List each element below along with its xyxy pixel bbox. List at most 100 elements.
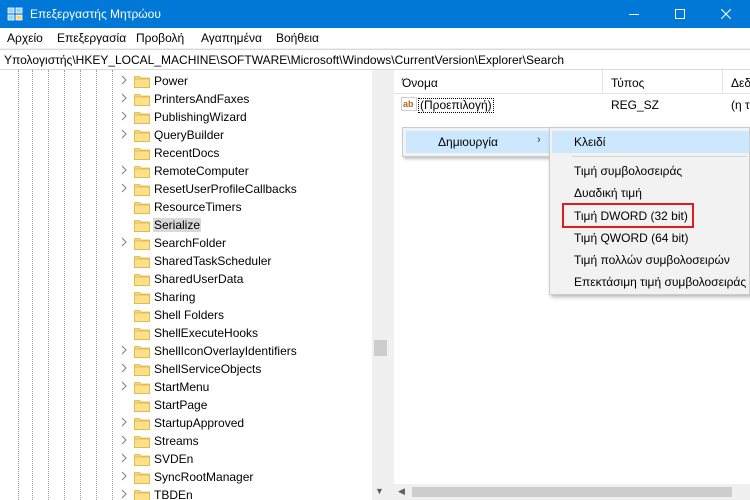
address-bar[interactable]: Υπολογιστής\HKEY_LOCAL_MACHINE\SOFTWARE\… [0,49,750,70]
folder-icon [134,488,150,500]
tree-item[interactable]: ShellServiceObjects [0,360,372,378]
chevron-right-icon[interactable] [120,417,130,429]
tree-item[interactable]: Streams [0,432,372,450]
chevron-right-icon[interactable] [120,363,130,375]
tree-item[interactable]: ResetUserProfileCallbacks [0,180,372,198]
column-divider[interactable] [722,70,723,94]
chevron-right-icon[interactable] [120,75,130,87]
tree-item[interactable]: ShellExecuteHooks [0,324,372,342]
chevron-right-icon[interactable] [120,345,130,357]
tree-item[interactable]: StartupApproved [0,414,372,432]
value-name: (Προεπιλογή) [418,98,494,113]
folder-icon [134,344,150,358]
folder-icon [134,398,150,412]
submenu-item-label: Κλειδί [574,135,606,149]
chevron-right-icon[interactable] [120,381,130,393]
window-title: Επεξεργαστής Μητρώου [30,7,161,21]
tree-item[interactable]: Power [0,72,372,90]
tree-item[interactable]: Shell Folders [0,306,372,324]
column-divider[interactable] [602,70,603,94]
close-button[interactable] [703,0,749,28]
tree-item[interactable]: ResourceTimers [0,198,372,216]
menu-favorites[interactable]: Αγαπημένα [201,31,262,45]
chevron-right-icon[interactable] [120,111,130,123]
menu-help[interactable]: Βοήθεια [276,31,319,45]
submenu-item-multi-string-value[interactable]: Τιμή πολλών συμβολοσειρών [552,249,749,271]
menu-item-new[interactable]: Δημιουργία › [406,131,549,153]
tree-item[interactable]: ShellIconOverlayIdentifiers [0,342,372,360]
value-data: (η τ [731,98,750,112]
tree-item[interactable]: PrintersAndFaxes [0,90,372,108]
tree-item-label: RemoteComputer [154,164,249,178]
tree-item-label: StartPage [154,398,208,412]
tree-item-label: TBDEn [154,488,193,500]
tree-item[interactable]: SearchFolder [0,234,372,252]
submenu-item-binary-value[interactable]: Δυαδική τιμή [552,182,749,204]
chevron-right-icon[interactable] [120,183,130,195]
tree-item-label: ResetUserProfileCallbacks [154,182,297,196]
submenu-item-expandable-string-value[interactable]: Επεκτάσιμη τιμή συμβολοσειράς [552,271,749,293]
scroll-down-icon[interactable]: ▼ [375,486,384,496]
folder-icon [134,290,150,304]
submenu-item-label: Τιμή πολλών συμβολοσειρών [574,253,730,267]
chevron-right-icon[interactable] [120,489,130,500]
tree-scroll-thumb[interactable] [374,340,387,356]
list-horizontal-scrollbar[interactable]: ◀ [394,484,750,500]
menu-view[interactable]: Προβολή [136,31,184,45]
tree-item-label: ShellExecuteHooks [154,326,259,340]
submenu-item-label: Δυαδική τιμή [574,186,642,200]
minimize-button[interactable] [611,0,657,28]
column-data[interactable]: Δεδ [731,76,750,90]
tree-item[interactable]: Serialize [0,216,372,234]
tree-item[interactable]: RecentDocs [0,144,372,162]
chevron-right-icon[interactable] [120,237,130,249]
folder-icon [134,272,150,286]
tree-item[interactable]: PublishingWizard [0,108,372,126]
submenu-item-label: Τιμή συμβολοσειράς [574,164,683,178]
tree-item[interactable]: SVDEn [0,450,372,468]
address-path: Υπολογιστής\HKEY_LOCAL_MACHINE\SOFTWARE\… [4,53,565,67]
chevron-right-icon[interactable] [120,453,130,465]
submenu-item-string-value[interactable]: Τιμή συμβολοσειράς [552,160,749,182]
tree-item[interactable]: Sharing [0,288,372,306]
tree-item[interactable]: SyncRootManager [0,468,372,486]
chevron-right-icon[interactable] [120,93,130,105]
submenu-item-label: Επεκτάσιμη τιμή συμβολοσειράς [574,275,747,289]
submenu-item-qword-value[interactable]: Τιμή QWORD (64 bit) [552,227,749,249]
submenu-item-label: Τιμή QWORD (64 bit) [574,231,689,245]
tree-item-label: Shell Folders [154,308,225,322]
scroll-left-icon[interactable]: ◀ [398,486,405,497]
folder-icon [134,470,150,484]
tree-item-label: Sharing [154,290,196,304]
chevron-right-icon[interactable] [120,165,130,177]
value-type: REG_SZ [611,98,660,112]
tree-item[interactable]: QueryBuilder [0,126,372,144]
list-header: Όνομα Τύπος Δεδ [394,70,750,94]
column-type[interactable]: Τύπος [611,76,644,90]
chevron-right-icon[interactable] [120,435,130,447]
tree-item-label: ResourceTimers [154,200,242,214]
tree-item[interactable]: StartMenu [0,378,372,396]
column-name[interactable]: Όνομα [402,76,438,90]
submenu-item-key[interactable]: Κλειδί [552,131,749,153]
table-row[interactable]: ab (Προεπιλογή) REG_SZ (η τ [394,96,750,114]
tree-item[interactable]: RemoteComputer [0,162,372,180]
folder-icon [134,218,150,232]
menu-item-new-label: Δημιουργία [438,135,498,149]
menu-edit[interactable]: Επεξεργασία [57,31,126,45]
tree-item[interactable]: SharedUserData [0,270,372,288]
tree-item-label: StartupApproved [154,416,245,430]
tree-item[interactable]: SharedTaskScheduler [0,252,372,270]
chevron-right-icon[interactable] [120,471,130,483]
tree-item[interactable]: StartPage [0,396,372,414]
regedit-icon [7,6,23,22]
close-icon [720,6,732,22]
maximize-button[interactable] [657,0,703,28]
menu-bar: Αρχείο Επεξεργασία Προβολή Αγαπημένα Βοή… [0,28,750,49]
menu-file[interactable]: Αρχείο [7,31,43,45]
tree-item[interactable]: TBDEn [0,486,372,500]
folder-icon [134,362,150,376]
list-scroll-thumb[interactable] [412,487,732,497]
tree-scrollbar[interactable]: ▼ [372,70,389,500]
chevron-right-icon[interactable] [120,129,130,141]
